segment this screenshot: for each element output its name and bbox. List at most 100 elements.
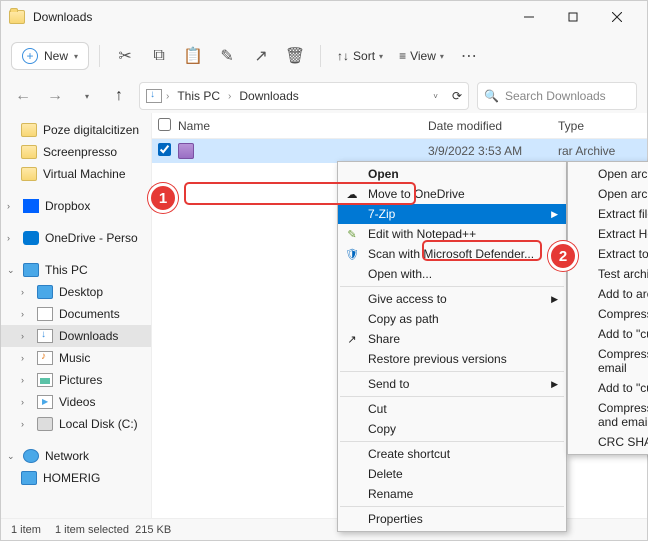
sidebar-item-network[interactable]: ⌄Network [1,445,151,467]
ctx-extractto[interactable]: Extract to "cursors\" [568,244,648,264]
ctx-sendto[interactable]: Send to▶ [338,374,566,394]
maximize-button[interactable] [551,2,595,32]
crumb-downloads[interactable]: Downloads [235,87,302,105]
titlebar: Downloads [1,1,647,33]
ctx-notepad[interactable]: ✎Edit with Notepad++ [338,224,566,244]
close-button[interactable] [595,2,639,32]
onedrive-icon: ☁ [344,186,360,202]
ctx-cut[interactable]: Cut [338,399,566,419]
notepad-icon: ✎ [344,226,360,242]
address-bar[interactable]: › This PC › Downloads ˅ ⟳ [139,82,469,110]
plus-icon: + [22,48,38,64]
sidebar-item-music[interactable]: ›Music [1,347,151,369]
up-button[interactable]: ↑ [107,84,131,108]
sidebar-item-pictures[interactable]: ›Pictures [1,369,151,391]
ctx-openarchive-sub[interactable]: Open archive▶ [568,184,648,204]
col-date[interactable]: Date modified [428,119,558,133]
minimize-button[interactable] [507,2,551,32]
sidebar-item-documents[interactable]: ›Documents [1,303,151,325]
ctx-7zip[interactable]: 7-Zip▶ [338,204,566,224]
ctx-compresszipemail[interactable]: Compress to "cursors.zip" and email [568,398,648,432]
sidebar-item-vm[interactable]: Virtual Machine [1,163,151,185]
status-items: 1 item [11,524,41,536]
rar-icon [178,143,194,159]
sidebar-item-desktop[interactable]: ›Desktop [1,281,151,303]
ctx-add7z[interactable]: Add to "cursors.7z" [568,324,648,344]
paste-icon[interactable]: 📋 [178,41,208,71]
ctx-openwith[interactable]: Open with... [338,264,566,284]
sidebar-item-dropbox[interactable]: ›Dropbox [1,195,151,217]
share-icon: ↗ [344,331,360,347]
ctx-extractfiles[interactable]: Extract files... [568,204,648,224]
ctx-addto[interactable]: Add to archive... [568,284,648,304]
chevron-right-icon: ▶ [551,209,558,220]
forward-button[interactable]: → [43,84,67,108]
sidebar-item-disk[interactable]: ›Local Disk (C:) [1,413,151,435]
annotation-badge-1: 1 [148,183,178,213]
ctx-restore[interactable]: Restore previous versions [338,349,566,369]
file-date: 3/9/2022 3:53 AM [428,144,558,158]
chevron-down-icon: ▾ [74,52,78,61]
search-input[interactable]: 🔍 Search Downloads [477,82,637,110]
sidebar-item-poze[interactable]: Poze digitalcitizen [1,119,151,141]
window-title: Downloads [33,10,507,24]
ctx-compressemail[interactable]: Compress and email... [568,304,648,324]
cut-icon[interactable]: ✂ [110,41,140,71]
ctx-compress7zemail[interactable]: Compress to "cursors.7z" and email [568,344,648,378]
ctx-defender[interactable]: 🛡Scan with Microsoft Defender... [338,244,566,264]
more-icon[interactable]: ⋯ [454,41,484,71]
ctx-crc[interactable]: CRC SHA▶ [568,432,648,452]
ctx-open[interactable]: Open [338,164,566,184]
ctx-copypath[interactable]: Copy as path [338,309,566,329]
ctx-share[interactable]: ↗Share [338,329,566,349]
new-label: New [44,49,68,63]
ctx-openarchive[interactable]: Open archive [568,164,648,184]
ctx-properties[interactable]: Properties [338,509,566,529]
chevron-down-icon[interactable]: ▾ [75,84,99,108]
ctx-addzip[interactable]: Add to "cursors.zip" [568,378,648,398]
sort-button[interactable]: ↑↓ Sort ▾ [331,45,389,67]
sidebar-item-homerig[interactable]: HOMERIG [1,467,151,489]
crumb-thispc[interactable]: This PC [173,87,224,105]
chevron-down-icon[interactable]: ˅ [433,92,438,101]
select-all-checkbox[interactable] [158,118,171,131]
sidebar-item-videos[interactable]: ›Videos [1,391,151,413]
annotation-badge-2: 2 [548,241,578,271]
ctx-copy[interactable]: Copy [338,419,566,439]
ctx-giveaccess[interactable]: Give access to▶ [338,289,566,309]
search-placeholder: Search Downloads [505,89,606,103]
file-row[interactable]: 3/9/2022 3:53 AM rar Archive [152,139,647,163]
context-menu: Open ☁Move to OneDrive 7-Zip▶ ✎Edit with… [337,161,567,532]
file-type: rar Archive [558,144,638,158]
col-type[interactable]: Type [558,119,638,133]
back-button[interactable]: ← [11,84,35,108]
ctx-onedrive[interactable]: ☁Move to OneDrive [338,184,566,204]
address-row: ← → ▾ ↑ › This PC › Downloads ˅ ⟳ 🔍 Sear… [1,79,647,113]
sidebar-item-thispc[interactable]: ⌄This PC [1,259,151,281]
ctx-extracthere[interactable]: Extract Here [568,224,648,244]
copy-icon[interactable]: ⧉ [144,41,174,71]
downloads-icon [146,89,162,103]
ctx-rename[interactable]: Rename [338,484,566,504]
ctx-test[interactable]: Test archive [568,264,648,284]
row-checkbox[interactable] [158,143,171,156]
view-button[interactable]: ≡ View ▾ [393,45,450,67]
col-name[interactable]: Name [178,119,428,133]
chevron-right-icon: ▶ [551,294,558,305]
toolbar: + New ▾ ✂ ⧉ 📋 ✎ ↗ 🗑 ↑↓ Sort ▾ ≡ View ▾ ⋯ [1,33,647,79]
refresh-icon[interactable]: ⟳ [452,89,462,103]
sidebar-item-onedrive[interactable]: ›OneDrive - Perso [1,227,151,249]
sidebar-item-screenpresso[interactable]: Screenpresso [1,141,151,163]
sidebar: Poze digitalcitizen Screenpresso Virtual… [1,113,151,520]
new-button[interactable]: + New ▾ [11,42,89,70]
ctx-delete[interactable]: Delete [338,464,566,484]
sidebar-item-downloads[interactable]: ›Downloads [1,325,151,347]
column-headers: Name Date modified Type [152,113,647,139]
context-submenu-7zip: Open archive Open archive▶ Extract files… [567,161,648,455]
ctx-shortcut[interactable]: Create shortcut [338,444,566,464]
status-selected: 1 item selected 215 KB [55,524,171,536]
file-list: Name Date modified Type 3/9/2022 3:53 AM… [151,113,647,520]
share-icon[interactable]: ↗ [246,41,276,71]
delete-icon[interactable]: 🗑 [280,41,310,71]
rename-icon[interactable]: ✎ [212,41,242,71]
